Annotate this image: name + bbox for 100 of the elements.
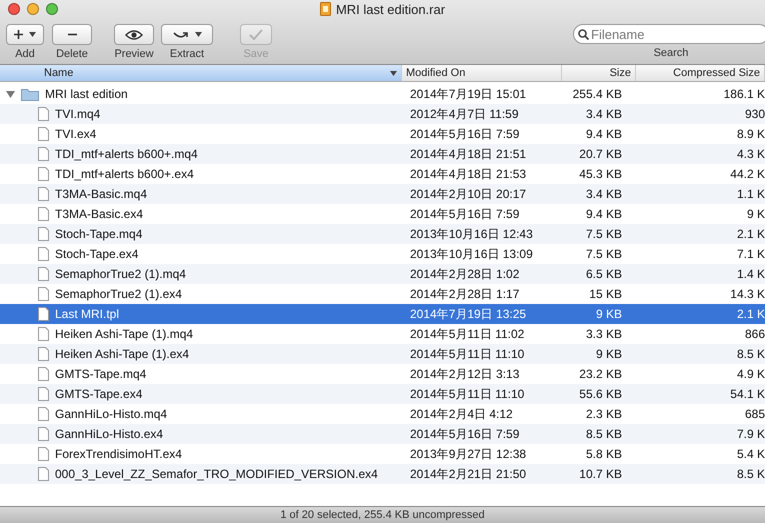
- delete-button[interactable]: [52, 24, 92, 45]
- document-icon: [38, 407, 49, 421]
- file-name: T3MA-Basic.ex4: [55, 207, 144, 221]
- file-size: 55.6 KB: [579, 387, 623, 401]
- compressed-size: 866: [744, 327, 765, 341]
- file-name: TVI.ex4: [55, 127, 96, 141]
- file-size: 3.4 KB: [586, 187, 623, 201]
- file-size: 7.5 KB: [586, 247, 623, 261]
- document-icon: [38, 447, 49, 461]
- document-icon: [38, 127, 49, 141]
- file-size: 6.5 KB: [586, 267, 623, 281]
- toolbar-label: Delete: [56, 48, 88, 60]
- plus-icon: [14, 30, 23, 39]
- document-icon: [38, 147, 49, 161]
- file-name: Stoch-Tape.ex4: [55, 247, 138, 261]
- modified-date: 2014年2月28日 1:17: [409, 286, 520, 302]
- file-name: 000_3_Level_ZZ_Semafor_TRO_MODIFIED_VERSION.ex4: [55, 467, 378, 481]
- file-row[interactable]: Stoch-Tape.mq4 2013年10月16日 12:43 7.5 KB 2.1 K: [0, 224, 765, 244]
- modified-date: 2014年4月18日 21:53: [409, 166, 528, 182]
- search-field[interactable]: Filename: [573, 24, 765, 44]
- compressed-size: 1.4 K: [736, 267, 765, 281]
- toolbar-label: Add: [15, 48, 35, 60]
- folder-icon: [21, 87, 39, 101]
- file-size: 3.4 KB: [586, 107, 623, 121]
- compressed-size: 14.3 K: [730, 287, 765, 301]
- file-row[interactable]: TVI.mq4 2012年4月7日 11:59 3.4 KB 930: [0, 104, 765, 124]
- document-icon: [38, 387, 49, 401]
- file-name: Stoch-Tape.mq4: [55, 227, 142, 241]
- file-row[interactable]: 000_3_Level_ZZ_Semafor_TRO_MODIFIED_VERSION.ex4 2014年2月21日 21:50 10.7 KB 8.5 K: [0, 464, 765, 484]
- checkmark-icon: [249, 29, 263, 40]
- file-size: 255.4 KB: [572, 87, 623, 101]
- file-size: 2.3 KB: [586, 407, 623, 421]
- preview-button[interactable]: [114, 24, 154, 45]
- file-row[interactable]: SemaphorTrue2 (1).mq4 2014年2月28日 1:02 6.5 KB 1.4 K: [0, 264, 765, 284]
- file-size: 9.4 KB: [586, 127, 623, 141]
- column-header[interactable]: Name: [0, 65, 402, 81]
- file-row[interactable]: GMTS-Tape.ex4 2014年5月11日 11:10 55.6 KB 54.1 K: [0, 384, 765, 404]
- file-name: GannHiLo-Histo.mq4: [55, 407, 168, 421]
- document-icon: [38, 227, 49, 241]
- modified-date: 2014年5月16日 7:59: [409, 206, 520, 222]
- column-header[interactable]: Size: [562, 65, 636, 81]
- file-name: TDI_mtf+alerts b600+.ex4: [55, 167, 194, 181]
- file-row[interactable]: T3MA-Basic.mq4 2014年2月10日 20:17 3.4 KB 1.1 K: [0, 184, 765, 204]
- modified-date: 2013年9月27日 12:38: [409, 446, 528, 462]
- file-size: 10.7 KB: [579, 467, 623, 481]
- search-label: Search: [654, 47, 688, 59]
- document-icon: [38, 307, 49, 321]
- modified-date: 2014年2月10日 20:17: [409, 186, 528, 202]
- column-header[interactable]: Compressed Size: [636, 65, 765, 81]
- document-icon: [38, 467, 49, 481]
- file-size: 5.8 KB: [586, 447, 623, 461]
- modified-date: 2014年2月21日 21:50: [409, 466, 528, 482]
- file-row[interactable]: GannHiLo-Histo.ex4 2014年5月16日 7:59 8.5 KB 7.9 K: [0, 424, 765, 444]
- compressed-size: 4.3 K: [736, 147, 765, 161]
- compressed-size: 7.1 K: [736, 247, 765, 261]
- compressed-size: 4.9 K: [736, 367, 765, 381]
- file-size: 8.5 KB: [586, 427, 623, 441]
- file-size: 23.2 KB: [579, 367, 623, 381]
- modified-date: 2013年10月16日 13:09: [409, 246, 534, 262]
- compressed-size: 44.2 K: [730, 167, 765, 181]
- curved-arrow-icon: [172, 30, 188, 38]
- file-row[interactable]: TDI_mtf+alerts b600+.mq4 2014年4月18日 21:51 20.7 KB 4.3 K: [0, 144, 765, 164]
- column-header[interactable]: Modified On: [402, 65, 562, 81]
- compressed-size: 54.1 K: [730, 387, 765, 401]
- modified-date: 2014年7月19日 15:01: [409, 86, 528, 102]
- disclosure-triangle-icon[interactable]: [6, 90, 15, 98]
- file-row[interactable]: Last MRI.tpl 2014年7月19日 13:25 9 KB 2.1 K: [0, 304, 765, 324]
- modified-date: 2014年2月4日 4:12: [409, 406, 514, 422]
- compressed-size: 7.9 K: [736, 427, 765, 441]
- file-name: TDI_mtf+alerts b600+.mq4: [55, 147, 198, 161]
- file-size: 3.3 KB: [586, 327, 623, 341]
- file-name: T3MA-Basic.mq4: [55, 187, 148, 201]
- caret-icon: [29, 32, 36, 37]
- add-button[interactable]: [6, 24, 44, 45]
- file-size: 7.5 KB: [586, 227, 623, 241]
- window-title: MRI last edition.rar: [336, 2, 446, 16]
- status-text: 1 of 20 selected, 255.4 KB uncompressed: [280, 509, 485, 521]
- compressed-size: 1.1 K: [736, 187, 765, 201]
- file-name: Heiken Ashi-Tape (1).ex4: [55, 347, 190, 361]
- file-row[interactable]: Heiken Ashi-Tape (1).ex4 2014年5月11日 11:10 9 KB 8.5 K: [0, 344, 765, 364]
- compressed-size: 5.4 K: [736, 447, 765, 461]
- archive-icon: [320, 2, 331, 16]
- compressed-size: 8.5 K: [736, 467, 765, 481]
- toolbar-label: Preview: [114, 48, 154, 60]
- compressed-size: 930: [744, 107, 765, 121]
- file-size: 15 KB: [589, 287, 623, 301]
- file-name: MRI last edition: [45, 87, 128, 101]
- zoom-button[interactable]: [46, 3, 58, 15]
- modified-date: 2013年10月16日 12:43: [409, 226, 534, 242]
- minimize-button[interactable]: [27, 3, 39, 15]
- modified-date: 2014年4月18日 21:51: [409, 146, 528, 162]
- modified-date: 2014年5月11日 11:10: [409, 386, 526, 402]
- modified-date: 2014年2月12日 3:13: [409, 366, 520, 382]
- compressed-size: 685: [744, 407, 765, 421]
- file-name: TVI.mq4: [55, 107, 100, 121]
- document-icon: [38, 287, 49, 301]
- file-name: SemaphorTrue2 (1).ex4: [55, 287, 182, 301]
- caret-icon: [194, 32, 202, 37]
- extract-button[interactable]: [161, 24, 213, 45]
- close-button[interactable]: [8, 3, 20, 15]
